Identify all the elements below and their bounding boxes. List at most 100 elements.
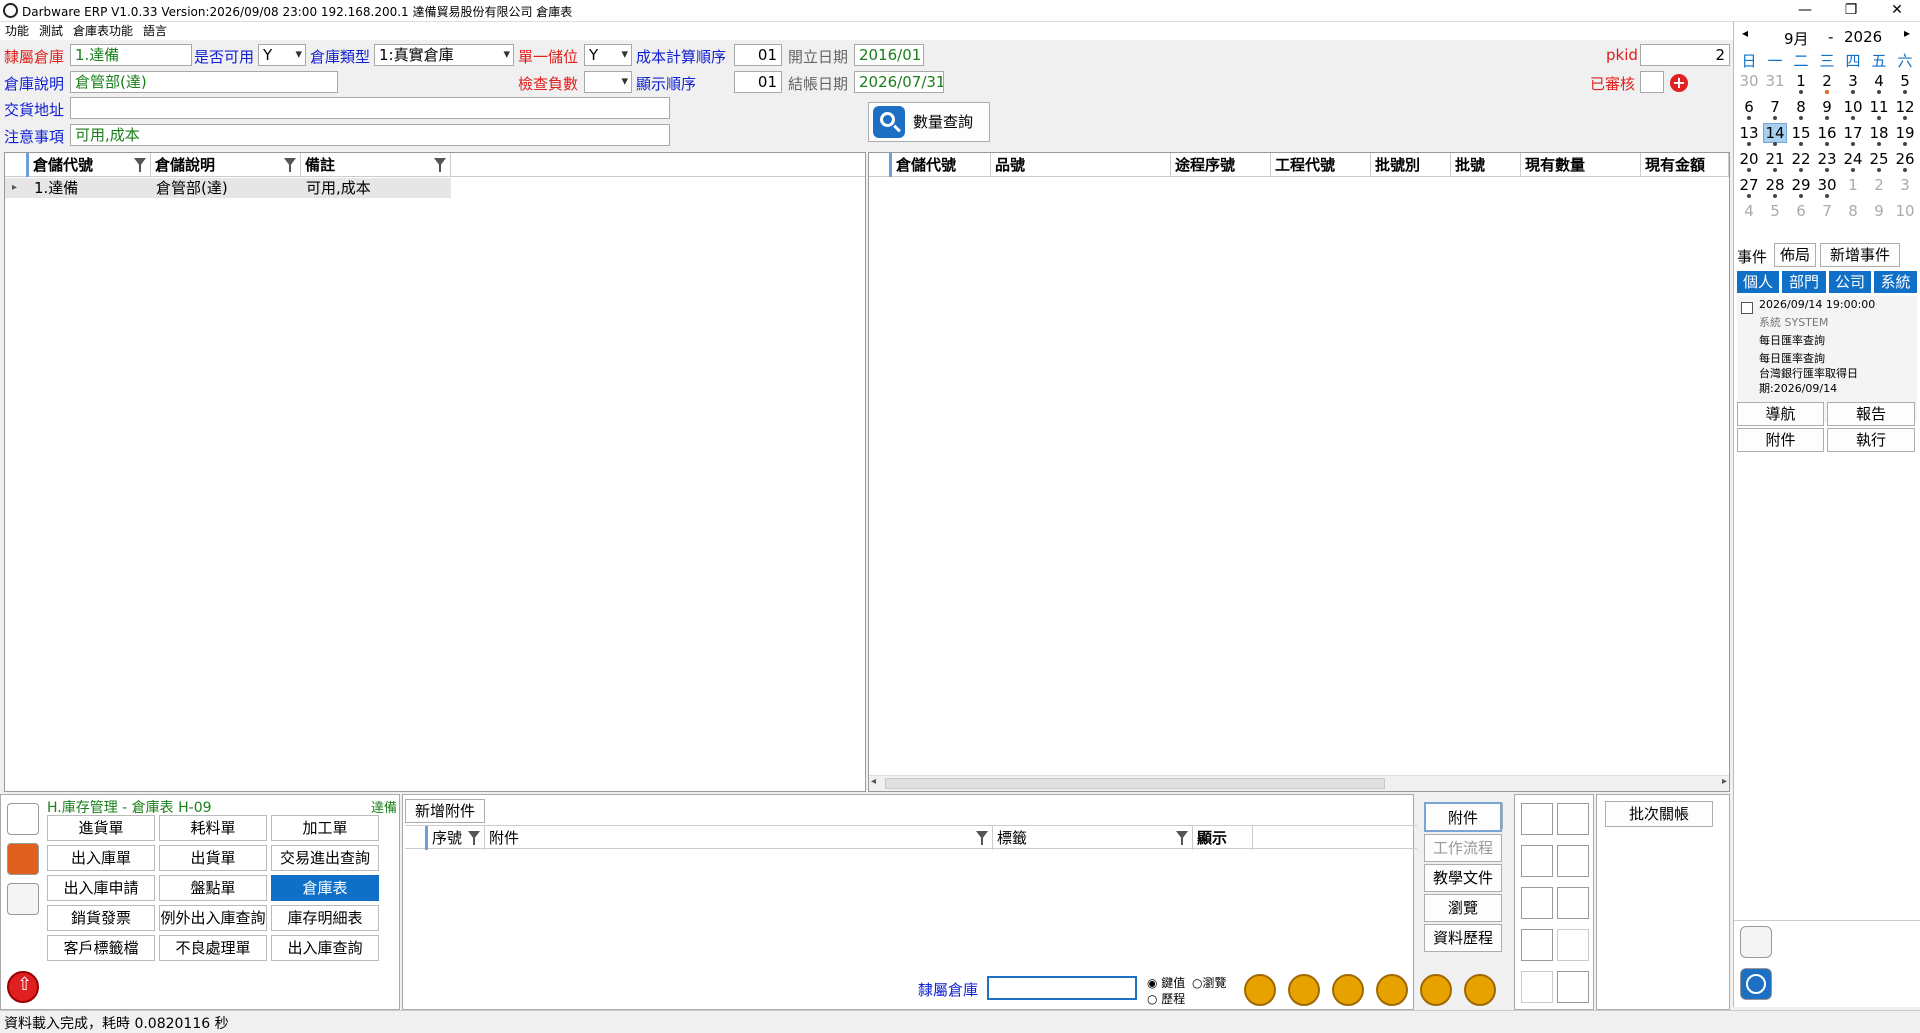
history-button[interactable]: 資料歷程 (1424, 924, 1502, 952)
search-doc-icon[interactable] (1557, 929, 1589, 961)
clock-icon[interactable] (1740, 968, 1772, 1000)
module-item[interactable]: 出入庫單 (47, 845, 155, 871)
module-item[interactable]: 出貨單 (159, 845, 267, 871)
scroll-right-icon[interactable]: ▸ (1722, 776, 1727, 787)
module-item[interactable]: 加工單 (271, 815, 379, 841)
module-item[interactable]: 出入庫查詢 (271, 935, 379, 961)
first-record-icon[interactable] (1244, 974, 1276, 1006)
filter-icon[interactable] (468, 831, 480, 845)
copy-doc-icon[interactable] (1521, 845, 1553, 877)
col-tag[interactable]: 標籤 (993, 826, 1193, 850)
calendar-day[interactable]: 31 (1764, 72, 1786, 90)
calendar-day[interactable]: 8 (1790, 98, 1812, 116)
refresh-icon[interactable] (1332, 974, 1364, 1006)
next-record-icon[interactable] (1376, 974, 1408, 1006)
help-icon[interactable] (1464, 974, 1496, 1006)
calendar-day[interactable]: 21 (1764, 150, 1786, 168)
module-item[interactable]: 交易進出查詢 (271, 845, 379, 871)
calendar-day[interactable]: 24 (1842, 150, 1864, 168)
col-item-no[interactable]: 品號 (991, 153, 1171, 177)
robot-icon[interactable] (1740, 926, 1772, 958)
col-warehouse-desc[interactable]: 倉儲說明 (151, 153, 301, 177)
menu-test[interactable]: 測試 (34, 22, 68, 40)
export-icon[interactable] (1557, 971, 1589, 1003)
col-remark[interactable]: 備註 (301, 153, 451, 177)
module-item[interactable]: 客戶標籤檔 (47, 935, 155, 961)
filter-icon[interactable] (134, 158, 146, 172)
new-doc-icon[interactable] (1521, 803, 1553, 835)
single-loc-dropdown[interactable]: Y (584, 44, 632, 66)
delete-doc-icon[interactable] (1521, 929, 1553, 961)
add-attachment-button[interactable]: 新增附件 (405, 799, 485, 823)
attachment-button[interactable]: 附件 (1737, 428, 1824, 452)
radio-history[interactable]: ○ 歷程 (1147, 990, 1185, 1007)
calendar-day[interactable]: 1 (1842, 176, 1864, 194)
calendar-day[interactable]: 8 (1842, 202, 1864, 220)
calendar-day[interactable]: 7 (1816, 202, 1838, 220)
calendar-day[interactable]: 9 (1816, 98, 1838, 116)
calendar-day[interactable]: 2 (1868, 176, 1890, 194)
filter-icon[interactable] (976, 831, 988, 845)
module-item[interactable]: 進貨單 (47, 815, 155, 841)
col-seq[interactable]: 序號 (425, 826, 485, 850)
check-neg-dropdown[interactable] (584, 71, 632, 93)
calendar-day[interactable]: 7 (1764, 98, 1786, 116)
cost-order-field[interactable]: 01 (734, 44, 782, 66)
col-warehouse-code[interactable]: 倉儲代號 (889, 153, 991, 177)
desc-field[interactable]: 倉管部(達) (70, 71, 338, 93)
module-item[interactable]: 耗料單 (159, 815, 267, 841)
calendar-day[interactable]: 20 (1738, 150, 1760, 168)
calendar-day[interactable]: 29 (1790, 176, 1812, 194)
calendar-day[interactable]: 25 (1868, 150, 1890, 168)
close-button[interactable]: ✕ (1874, 0, 1920, 22)
calendar-day[interactable]: 13 (1738, 124, 1760, 142)
search-input[interactable] (987, 976, 1137, 1000)
reviewed-checkbox[interactable] (1640, 71, 1664, 93)
calendar-day[interactable]: 12 (1894, 98, 1916, 116)
close-date-field[interactable]: 2026/07/31 (854, 71, 944, 93)
calendar-day[interactable]: 6 (1790, 202, 1812, 220)
col-display[interactable]: 顯示 (1193, 826, 1253, 850)
type-dropdown[interactable]: 1:真實倉庫 (374, 44, 514, 66)
col-attachment[interactable]: 附件 (485, 826, 993, 850)
addr-field[interactable] (70, 97, 670, 119)
module-item[interactable]: 盤點單 (159, 875, 267, 901)
execute-button[interactable]: 執行 (1827, 428, 1915, 452)
calendar-day[interactable]: 27 (1738, 176, 1760, 194)
open-date-field[interactable]: 2016/01 (854, 44, 924, 66)
calendar-day[interactable]: 3 (1842, 72, 1864, 90)
add-event-button[interactable]: 新增事件 (1820, 243, 1900, 267)
calendar-day[interactable]: 4 (1868, 72, 1890, 90)
tab-company[interactable]: 公司 (1829, 271, 1871, 293)
module-item[interactable]: 銷貨發票 (47, 905, 155, 931)
module-item[interactable]: 出入庫申請 (47, 875, 155, 901)
warehouse-field[interactable]: 1.達備 (70, 44, 192, 66)
tab-personal[interactable]: 個人 (1737, 271, 1779, 293)
module-item[interactable]: 例外出入庫查詢 (159, 905, 267, 931)
batch-close-button[interactable]: 批次關帳 (1605, 801, 1713, 827)
table-row[interactable]: ▸ 1.達備 倉管部(達) 可用,成本 (5, 178, 451, 198)
flower-icon[interactable] (7, 843, 39, 875)
usable-dropdown[interactable]: Y (258, 44, 306, 66)
qty-query-button[interactable]: 數量查詢 (868, 102, 990, 142)
calendar-day[interactable]: 18 (1868, 124, 1890, 142)
calendar-day[interactable]: 28 (1764, 176, 1786, 194)
col-route-seq[interactable]: 途程序號 (1171, 153, 1271, 177)
notes-icon[interactable] (7, 803, 39, 835)
filter-icon[interactable] (284, 158, 296, 172)
module-item[interactable]: 倉庫表 (271, 875, 379, 901)
calendar-day[interactable]: 19 (1894, 124, 1916, 142)
cal-month[interactable]: 9月 (1784, 28, 1809, 49)
col-qty[interactable]: 現有數量 (1521, 153, 1641, 177)
restore-button[interactable]: ❐ (1828, 0, 1874, 22)
calendar-day[interactable]: 11 (1868, 98, 1890, 116)
calendar-day[interactable]: 5 (1894, 72, 1916, 90)
calendar-day[interactable]: 23 (1816, 150, 1838, 168)
tab-system[interactable]: 系統 (1874, 271, 1917, 293)
calendar-day[interactable]: 5 (1764, 202, 1786, 220)
calendar-day[interactable]: 15 (1790, 124, 1812, 142)
col-process-code[interactable]: 工程代號 (1271, 153, 1371, 177)
filter-icon[interactable] (1176, 831, 1188, 845)
calendar-day[interactable]: 26 (1894, 150, 1916, 168)
clipboard-icon[interactable] (1557, 887, 1589, 919)
